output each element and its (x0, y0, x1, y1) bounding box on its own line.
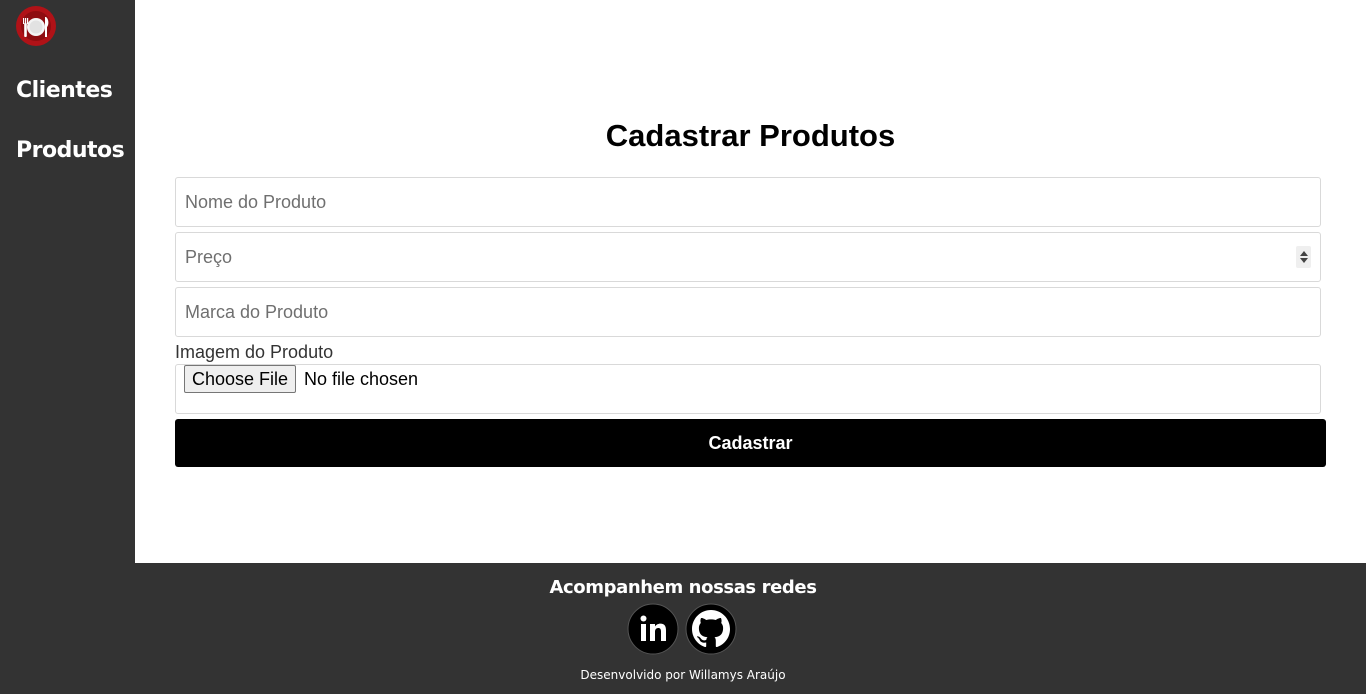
github-icon[interactable] (685, 603, 737, 655)
footer-title: Acompanhem nossas redes (549, 577, 817, 598)
linkedin-icon[interactable] (627, 603, 679, 655)
product-image-file-input[interactable]: Choose File No file chosen (175, 364, 1321, 414)
sidebar-item-clientes[interactable]: Clientes (16, 78, 113, 103)
product-brand-input[interactable] (175, 287, 1321, 337)
page-title: Cadastrar Produtos (605, 118, 896, 153)
footer-credit: Desenvolvido por Willamys Araújo (580, 668, 786, 682)
footer: Acompanhem nossas redes Desenvolvido por… (0, 563, 1366, 694)
file-status-text: No file chosen (304, 369, 419, 389)
submit-button[interactable]: Cadastrar (175, 419, 1326, 467)
main-content: Cadastrar Produtos Imagem do Produto Cho… (135, 0, 1366, 563)
product-name-input[interactable] (175, 177, 1321, 227)
restaurant-plate-icon[interactable] (16, 6, 56, 46)
choose-file-button[interactable]: Choose File (184, 365, 297, 393)
product-price-input[interactable] (175, 232, 1321, 282)
sidebar: Clientes Produtos (0, 0, 135, 563)
product-image-label: Imagem do Produto (175, 342, 334, 362)
sidebar-item-produtos[interactable]: Produtos (16, 138, 125, 163)
price-stepper[interactable] (1296, 246, 1311, 268)
app-root: Clientes Produtos Cadastrar Produtos Ima… (0, 0, 1366, 694)
chevron-up-icon[interactable] (1299, 251, 1308, 256)
chevron-down-icon[interactable] (1299, 258, 1308, 263)
